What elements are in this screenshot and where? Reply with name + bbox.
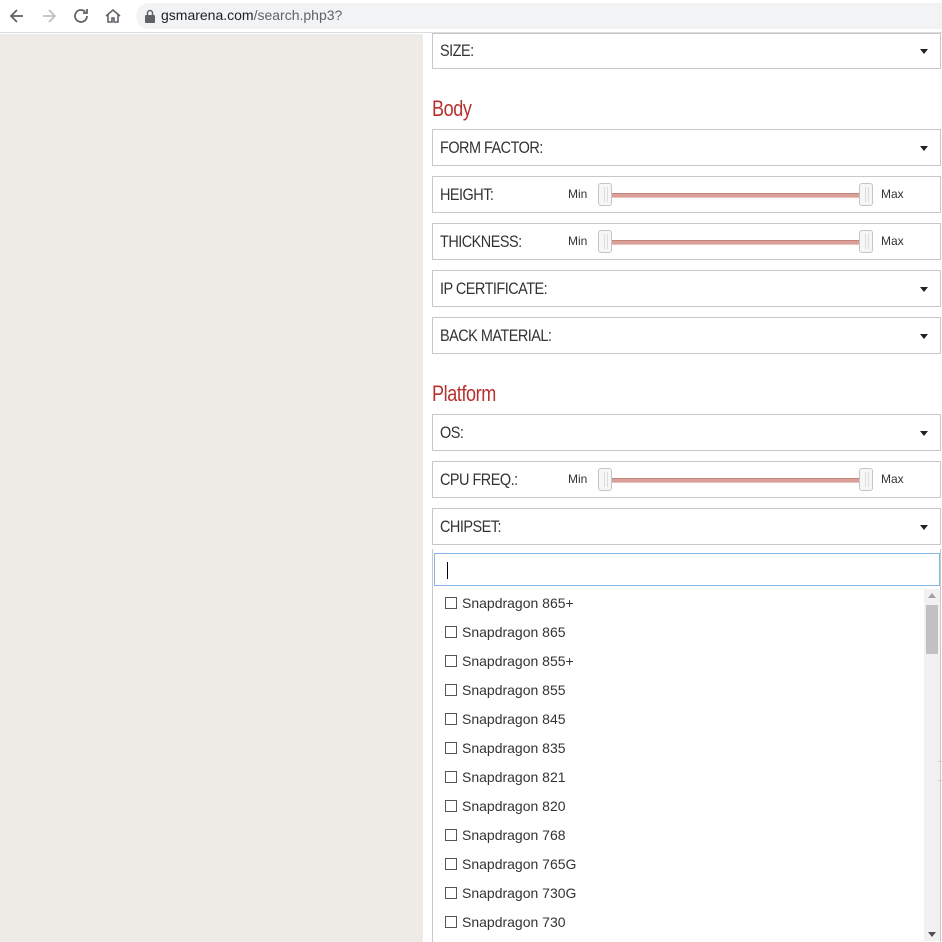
thickness-min-label: Min	[568, 234, 588, 248]
chevron-down-icon	[920, 334, 928, 339]
cpu-freq-label: CPU FREQ.:	[440, 470, 518, 489]
chipset-option-label: Snapdragon 845	[462, 711, 566, 727]
chipset-option-label: Snapdragon 835	[462, 740, 566, 756]
url-text: gsmarena.com/search.php3?	[161, 7, 342, 23]
back-icon[interactable]	[4, 4, 30, 28]
reload-icon[interactable]	[68, 4, 94, 28]
checkbox-icon[interactable]	[445, 771, 457, 783]
url-path: /search.php3?	[253, 7, 343, 23]
chipset-option[interactable]: Snapdragon 768	[445, 825, 566, 845]
chevron-down-icon	[920, 146, 928, 151]
chipset-option[interactable]: Snapdragon 845	[445, 709, 566, 729]
os-select[interactable]: OS:	[432, 414, 941, 451]
chipset-option[interactable]: Snapdragon 820	[445, 796, 566, 816]
checkbox-icon[interactable]	[445, 858, 457, 870]
checkbox-icon[interactable]	[445, 597, 457, 609]
chipset-option-label: Snapdragon 855	[462, 682, 566, 698]
thickness-max-handle[interactable]	[859, 230, 873, 253]
checkbox-icon[interactable]	[445, 800, 457, 812]
chevron-down-icon	[920, 525, 928, 530]
chipset-option-label: Snapdragon 865	[462, 624, 566, 640]
chipset-option[interactable]: Snapdragon 855	[445, 680, 566, 700]
cpu-freq-slider-row: CPU FREQ.: Min Max	[432, 461, 941, 498]
checkbox-icon[interactable]	[445, 655, 457, 667]
checkbox-icon[interactable]	[445, 742, 457, 754]
chipset-option[interactable]: Snapdragon 765G	[445, 854, 576, 874]
cpu-freq-max-label: Max	[881, 472, 904, 486]
checkbox-icon[interactable]	[445, 887, 457, 899]
chipset-option[interactable]: Snapdragon 821	[445, 767, 566, 787]
chipset-select[interactable]: CHIPSET:	[432, 508, 941, 545]
height-label: HEIGHT:	[440, 185, 494, 204]
chipset-search-input[interactable]	[434, 553, 940, 586]
height-min-handle[interactable]	[598, 183, 612, 206]
ip-certificate-label: IP CERTIFICATE:	[440, 279, 548, 298]
chipset-dropdown: Snapdragon 865+ Snapdragon 865 Snapdragon …	[432, 549, 941, 942]
height-max-handle[interactable]	[859, 183, 873, 206]
browser-toolbar: gsmarena.com/search.php3?	[0, 0, 942, 33]
chipset-option[interactable]: Snapdragon 730G	[445, 883, 576, 903]
cpu-freq-slider-track[interactable]	[605, 478, 870, 483]
ip-certificate-select[interactable]: IP CERTIFICATE:	[432, 270, 941, 307]
thickness-slider-track[interactable]	[605, 240, 870, 245]
form-factor-select[interactable]: FORM FACTOR:	[432, 129, 941, 166]
height-max-label: Max	[881, 187, 904, 201]
forward-icon[interactable]	[36, 4, 62, 28]
cpu-freq-min-label: Min	[568, 472, 588, 486]
scrollbar-thumb[interactable]	[926, 605, 938, 654]
checkbox-icon[interactable]	[445, 626, 457, 638]
chipset-option[interactable]: Snapdragon 865	[445, 622, 566, 642]
checkbox-icon[interactable]	[445, 916, 457, 928]
chipset-option[interactable]: Snapdragon 730	[445, 912, 566, 932]
left-background	[0, 34, 423, 942]
chipset-option-label: Snapdragon 865+	[462, 595, 574, 611]
url-host: gsmarena.com	[161, 7, 254, 23]
chevron-down-icon	[920, 287, 928, 292]
home-icon[interactable]	[100, 4, 126, 28]
thickness-slider-row: THICKNESS: Min Max	[432, 223, 941, 260]
thickness-label: THICKNESS:	[440, 232, 522, 251]
size-label: SIZE:	[440, 41, 474, 60]
chipset-label: CHIPSET:	[440, 517, 501, 536]
height-min-label: Min	[568, 187, 588, 201]
chevron-down-icon	[920, 49, 928, 54]
chipset-option[interactable]: Snapdragon 865+	[445, 593, 574, 613]
scroll-up-arrow-icon[interactable]	[928, 593, 936, 598]
section-title-body: Body	[432, 96, 472, 121]
checkbox-icon[interactable]	[445, 713, 457, 725]
section-title-platform: Platform	[432, 381, 496, 406]
cpu-freq-max-handle[interactable]	[859, 468, 873, 491]
address-bar[interactable]: gsmarena.com/search.php3?	[136, 3, 942, 29]
chipset-option-label: Snapdragon 855+	[462, 653, 574, 669]
back-material-select[interactable]: BACK MATERIAL:	[432, 317, 941, 354]
form-factor-label: FORM FACTOR:	[440, 138, 543, 157]
checkbox-icon[interactable]	[445, 829, 457, 841]
chipset-option-list: Snapdragon 865+ Snapdragon 865 Snapdragon …	[433, 589, 923, 941]
os-label: OS:	[440, 423, 464, 442]
chipset-option-label: Snapdragon 765G	[462, 856, 577, 872]
hidden-field-edge	[938, 761, 942, 781]
checkbox-icon[interactable]	[445, 684, 457, 696]
thickness-max-label: Max	[881, 234, 904, 248]
chipset-option-label: Snapdragon 730G	[462, 885, 577, 901]
scroll-down-arrow-icon[interactable]	[928, 932, 936, 937]
cpu-freq-min-handle[interactable]	[598, 468, 612, 491]
height-slider-track[interactable]	[605, 193, 870, 198]
thickness-min-handle[interactable]	[598, 230, 612, 253]
text-cursor	[447, 562, 448, 579]
chipset-option-label: Snapdragon 821	[462, 769, 566, 785]
chipset-option-label: Snapdragon 820	[462, 798, 566, 814]
lock-icon	[145, 9, 155, 23]
chevron-down-icon	[920, 431, 928, 436]
chipset-option-label: Snapdragon 768	[462, 827, 566, 843]
chipset-option[interactable]: Snapdragon 855+	[445, 651, 574, 671]
back-material-label: BACK MATERIAL:	[440, 326, 552, 345]
chipset-option-label: Snapdragon 730	[462, 914, 566, 930]
chipset-option[interactable]: Snapdragon 835	[445, 738, 566, 758]
size-select[interactable]: SIZE:	[432, 33, 941, 69]
height-slider-row: HEIGHT: Min Max	[432, 176, 941, 213]
